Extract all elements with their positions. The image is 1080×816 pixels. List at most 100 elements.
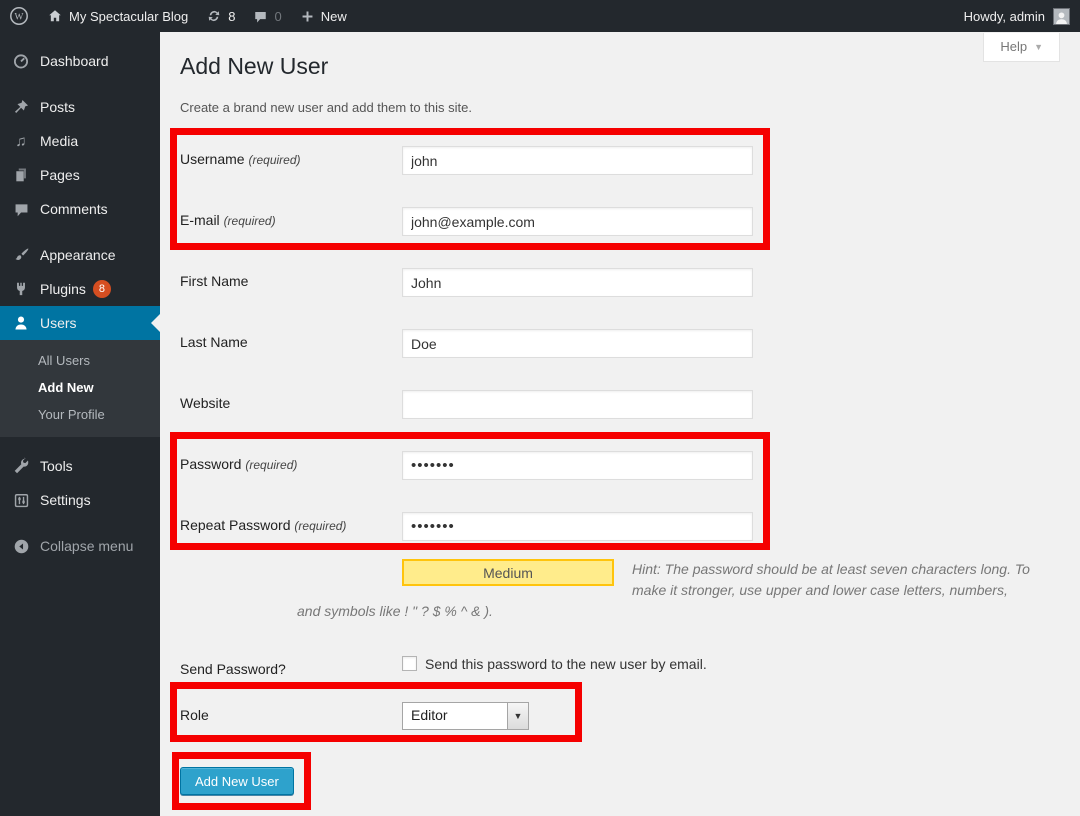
submit-row: Add New User	[180, 767, 1080, 795]
sidebar-item-label: Plugins	[40, 281, 86, 297]
main-content: Help ▼ Add New User Create a brand new u…	[160, 32, 1080, 816]
role-select[interactable]: Editor ▼	[402, 702, 529, 730]
sidebar-item-label: Settings	[40, 492, 91, 508]
home-icon	[47, 8, 63, 24]
menu-separator	[0, 78, 160, 90]
sidebar-item-label: Appearance	[40, 247, 116, 263]
password-row: Password (required)	[180, 451, 1080, 480]
site-name: My Spectacular Blog	[69, 9, 188, 24]
new-content-menu[interactable]: New	[291, 0, 356, 32]
send-password-checkbox-label[interactable]: Send this password to the new user by em…	[425, 656, 707, 672]
submenu-item-label: Add New	[38, 380, 94, 395]
admin-bar: W My Spectacular Blog 8 0 New Howdy, adm…	[0, 0, 1080, 32]
new-label: New	[321, 9, 347, 24]
username-input[interactable]	[402, 146, 753, 175]
updates-icon	[206, 8, 222, 24]
sidebar-item-dashboard[interactable]: Dashboard	[0, 44, 160, 78]
first-name-row: First Name	[180, 268, 1080, 297]
last-name-label: Last Name	[180, 329, 402, 358]
site-name-menu[interactable]: My Spectacular Blog	[38, 0, 197, 32]
submenu-item-all-users[interactable]: All Users	[0, 347, 160, 374]
website-label: Website	[180, 390, 402, 419]
repeat-password-row: Repeat Password (required)	[180, 512, 1080, 541]
wp-logo-button[interactable]: W	[0, 0, 38, 32]
password-strength-meter: Medium	[402, 559, 614, 586]
submenu-item-label: All Users	[38, 353, 90, 368]
collapse-icon	[10, 538, 32, 555]
password-input[interactable]	[402, 451, 753, 480]
submenu-item-your-profile[interactable]: Your Profile	[0, 401, 160, 428]
sidebar-item-label: Users	[40, 315, 77, 331]
comment-bubble-icon	[253, 9, 268, 24]
sidebar-item-label: Tools	[40, 458, 73, 474]
sidebar-item-media[interactable]: ♫ Media	[0, 124, 160, 158]
last-name-row: Last Name	[180, 329, 1080, 358]
username-label: Username (required)	[180, 146, 402, 175]
website-input[interactable]	[402, 390, 753, 419]
sidebar-item-plugins[interactable]: Plugins 8	[0, 272, 160, 306]
howdy-text[interactable]: Howdy, admin	[964, 9, 1045, 24]
comments-menu[interactable]: 0	[244, 0, 290, 32]
help-button[interactable]: Help ▼	[983, 33, 1060, 62]
first-name-input[interactable]	[402, 268, 753, 297]
sidebar-item-appearance[interactable]: Appearance	[0, 238, 160, 272]
sidebar-item-pages[interactable]: Pages	[0, 158, 160, 192]
collapse-menu-button[interactable]: Collapse menu	[0, 529, 160, 563]
role-row: Role Editor ▼	[180, 702, 1080, 730]
submenu-item-label: Your Profile	[38, 407, 105, 422]
password-label: Password (required)	[180, 451, 402, 480]
users-icon	[10, 314, 32, 332]
chevron-down-icon: ▼	[1034, 42, 1043, 52]
repeat-password-label: Repeat Password (required)	[180, 512, 402, 541]
updates-count: 8	[228, 9, 235, 24]
repeat-password-input[interactable]	[402, 512, 753, 541]
plugin-icon	[10, 280, 32, 298]
user-avatar[interactable]	[1053, 8, 1070, 25]
email-row: E-mail (required)	[180, 207, 1080, 236]
send-password-row: Send Password? Send this password to the…	[180, 656, 1080, 677]
sidebar-item-label: Pages	[40, 167, 80, 183]
website-row: Website	[180, 390, 1080, 419]
add-new-user-form: Username (required) E-mail (required) Fi…	[180, 146, 1080, 795]
pages-icon	[10, 166, 32, 184]
plugins-update-badge: 8	[93, 280, 111, 298]
wp-logo-letter: W	[15, 13, 24, 23]
plus-icon	[300, 9, 315, 24]
sidebar-item-tools[interactable]: Tools	[0, 449, 160, 483]
sidebar-item-label: Media	[40, 133, 78, 149]
dashboard-icon	[10, 52, 32, 70]
email-label: E-mail (required)	[180, 207, 402, 236]
sidebar-item-comments[interactable]: Comments	[0, 192, 160, 226]
submenu-item-add-new[interactable]: Add New	[0, 374, 160, 401]
menu-separator	[0, 437, 160, 449]
last-name-input[interactable]	[402, 329, 753, 358]
sidebar-item-label: Dashboard	[40, 53, 109, 69]
add-new-user-button[interactable]: Add New User	[180, 767, 294, 795]
sidebar-item-label: Collapse menu	[40, 538, 133, 554]
wordpress-logo-icon: W	[9, 6, 29, 26]
sidebar-item-settings[interactable]: Settings	[0, 483, 160, 517]
help-label: Help	[1000, 39, 1027, 54]
media-icon: ♫	[10, 134, 32, 149]
send-password-label: Send Password?	[180, 656, 402, 677]
users-submenu: All Users Add New Your Profile	[0, 340, 160, 437]
username-row: Username (required)	[180, 146, 1080, 175]
password-strength-row: Medium Hint: The password should be at l…	[180, 559, 1080, 622]
sidebar-item-users[interactable]: Users	[0, 306, 160, 340]
first-name-label: First Name	[180, 268, 402, 297]
menu-separator	[0, 226, 160, 238]
menu-separator	[0, 517, 160, 529]
updates-menu[interactable]: 8	[197, 0, 244, 32]
pin-icon	[10, 98, 32, 116]
sidebar-item-label: Comments	[40, 201, 108, 217]
paintbrush-icon	[10, 246, 32, 264]
send-password-checkbox[interactable]	[402, 656, 417, 671]
role-label: Role	[180, 702, 402, 730]
sidebar-item-posts[interactable]: Posts	[0, 90, 160, 124]
comments-count: 0	[274, 9, 281, 24]
email-field[interactable]	[402, 207, 753, 236]
sliders-icon	[10, 492, 32, 509]
role-selected-value: Editor	[403, 703, 507, 729]
page-description: Create a brand new user and add them to …	[180, 100, 1080, 115]
comments-icon	[10, 201, 32, 218]
